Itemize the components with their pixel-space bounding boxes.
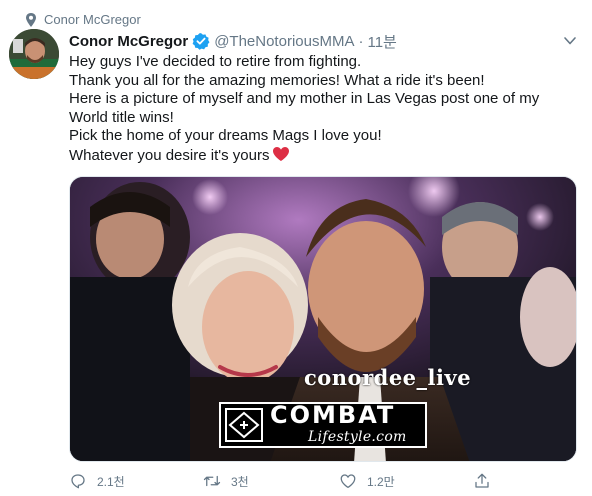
tweet-timestamp[interactable]: 11분 <box>367 31 396 52</box>
tweet-line: World title wins! <box>69 108 174 126</box>
avatar-image <box>9 29 59 79</box>
red-heart-icon <box>273 146 290 161</box>
reply-icon <box>71 474 85 489</box>
tweet-line: Whatever you desire it's yours <box>69 146 270 164</box>
context-label: Conor McGregor <box>44 11 141 27</box>
author-handle[interactable]: @TheNotoriousMMA <box>214 33 354 50</box>
photo-watermark-handle: conordee_live <box>304 365 472 390</box>
separator-dot: · <box>358 32 364 50</box>
photo-logo-main: COMBAT <box>270 401 396 429</box>
verified-badge-icon <box>192 33 210 50</box>
like-button[interactable]: 1.2만 <box>339 471 395 491</box>
photo-logo-sub: Lifestyle.com <box>308 429 407 445</box>
chevron-down-icon[interactable] <box>562 34 578 48</box>
retweet-button[interactable]: 3천 <box>203 471 249 491</box>
retweet-count: 3천 <box>231 474 249 489</box>
tweet-context[interactable]: Conor McGregor <box>26 10 141 28</box>
tweet-actions: 2.1천 3천 1.2만 <box>69 471 499 491</box>
tweet-line: Here is a picture of myself and my mothe… <box>69 90 540 108</box>
tweet-photo[interactable]: conordee_live COMBAT Lifestyle.com <box>69 176 577 462</box>
like-count: 1.2만 <box>367 474 395 489</box>
tweet-text: Hey guys I've decided to retire from fig… <box>69 53 584 166</box>
share-button[interactable] <box>473 471 501 491</box>
reply-count: 2.1천 <box>97 474 125 489</box>
retweet-icon <box>203 475 221 487</box>
location-pin-icon <box>26 13 36 27</box>
tweet-line: Pick the home of your dreams Mags I love… <box>69 127 382 145</box>
tweet-header: Conor McGregor @TheNotoriousMMA · 11분 <box>69 31 397 51</box>
avatar[interactable] <box>9 29 59 79</box>
heart-icon <box>340 474 356 489</box>
reply-button[interactable]: 2.1천 <box>69 471 125 491</box>
author-name[interactable]: Conor McGregor <box>69 33 188 50</box>
tweet-line-with-emoji: Whatever you desire it's yours <box>69 146 584 166</box>
tweet-line: Thank you all for the amazing memories! … <box>69 71 485 89</box>
share-icon <box>475 473 489 488</box>
tweet-line: Hey guys I've decided to retire from fig… <box>69 53 362 70</box>
